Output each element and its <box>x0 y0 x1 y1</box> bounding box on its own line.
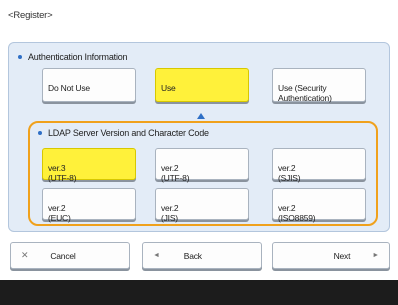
auth-do-not-use-button[interactable]: Do Not Use <box>42 68 136 102</box>
cancel-label: Cancel <box>50 250 76 261</box>
close-icon: ✕ <box>21 250 29 260</box>
next-button[interactable]: Next ► <box>272 242 390 269</box>
ldap-ver2-utf8-label: ver.2 (UTF-8) <box>161 163 190 183</box>
ldap-ver2-utf8-button[interactable]: ver.2 (UTF-8) <box>155 148 249 183</box>
ldap-ver3-utf8-label: ver.3 (UTF-8) <box>48 163 77 183</box>
ldap-ver2-euc-button[interactable]: ver.2 (EUC) <box>42 188 136 223</box>
back-arrow-icon: ◄ <box>153 252 160 259</box>
ldap-ver2-jis-label: ver.2 (JIS) <box>161 203 179 223</box>
bullet-icon <box>38 131 42 135</box>
ldap-section-title: LDAP Server Version and Character Code <box>38 128 209 138</box>
ldap-ver2-jis-button[interactable]: ver.2 (JIS) <box>155 188 249 223</box>
back-label: Back <box>183 250 202 261</box>
bottom-status-bar <box>0 280 398 305</box>
screen-title: <Register> <box>8 10 53 21</box>
ldap-section-label: LDAP Server Version and Character Code <box>48 128 209 138</box>
auth-section-title: Authentication Information <box>18 52 128 62</box>
auth-use-button[interactable]: Use <box>155 68 249 102</box>
bullet-icon <box>18 55 22 59</box>
ldap-ver2-iso8859-label: ver.2 (ISO8859) <box>278 203 316 223</box>
back-button[interactable]: ◄ Back <box>142 242 262 269</box>
auth-use-label: Use <box>161 83 176 93</box>
expand-arrow-icon <box>197 113 205 119</box>
cancel-button[interactable]: ✕ Cancel <box>10 242 130 269</box>
auth-do-not-use-label: Do Not Use <box>48 83 90 93</box>
auth-use-security-label: Use (Security Authentication) <box>278 83 332 103</box>
ldap-ver3-utf8-button[interactable]: ver.3 (UTF-8) <box>42 148 136 183</box>
ldap-ver2-sjis-button[interactable]: ver.2 (SJIS) <box>272 148 366 183</box>
next-arrow-icon: ► <box>372 252 379 259</box>
next-label: Next <box>333 250 351 261</box>
ldap-ver2-sjis-label: ver.2 (SJIS) <box>278 163 301 183</box>
ldap-ver2-iso8859-button[interactable]: ver.2 (ISO8859) <box>272 188 366 223</box>
auth-use-security-button[interactable]: Use (Security Authentication) <box>272 68 366 103</box>
ldap-ver2-euc-label: ver.2 (EUC) <box>48 203 71 223</box>
auth-section-label: Authentication Information <box>28 52 128 62</box>
